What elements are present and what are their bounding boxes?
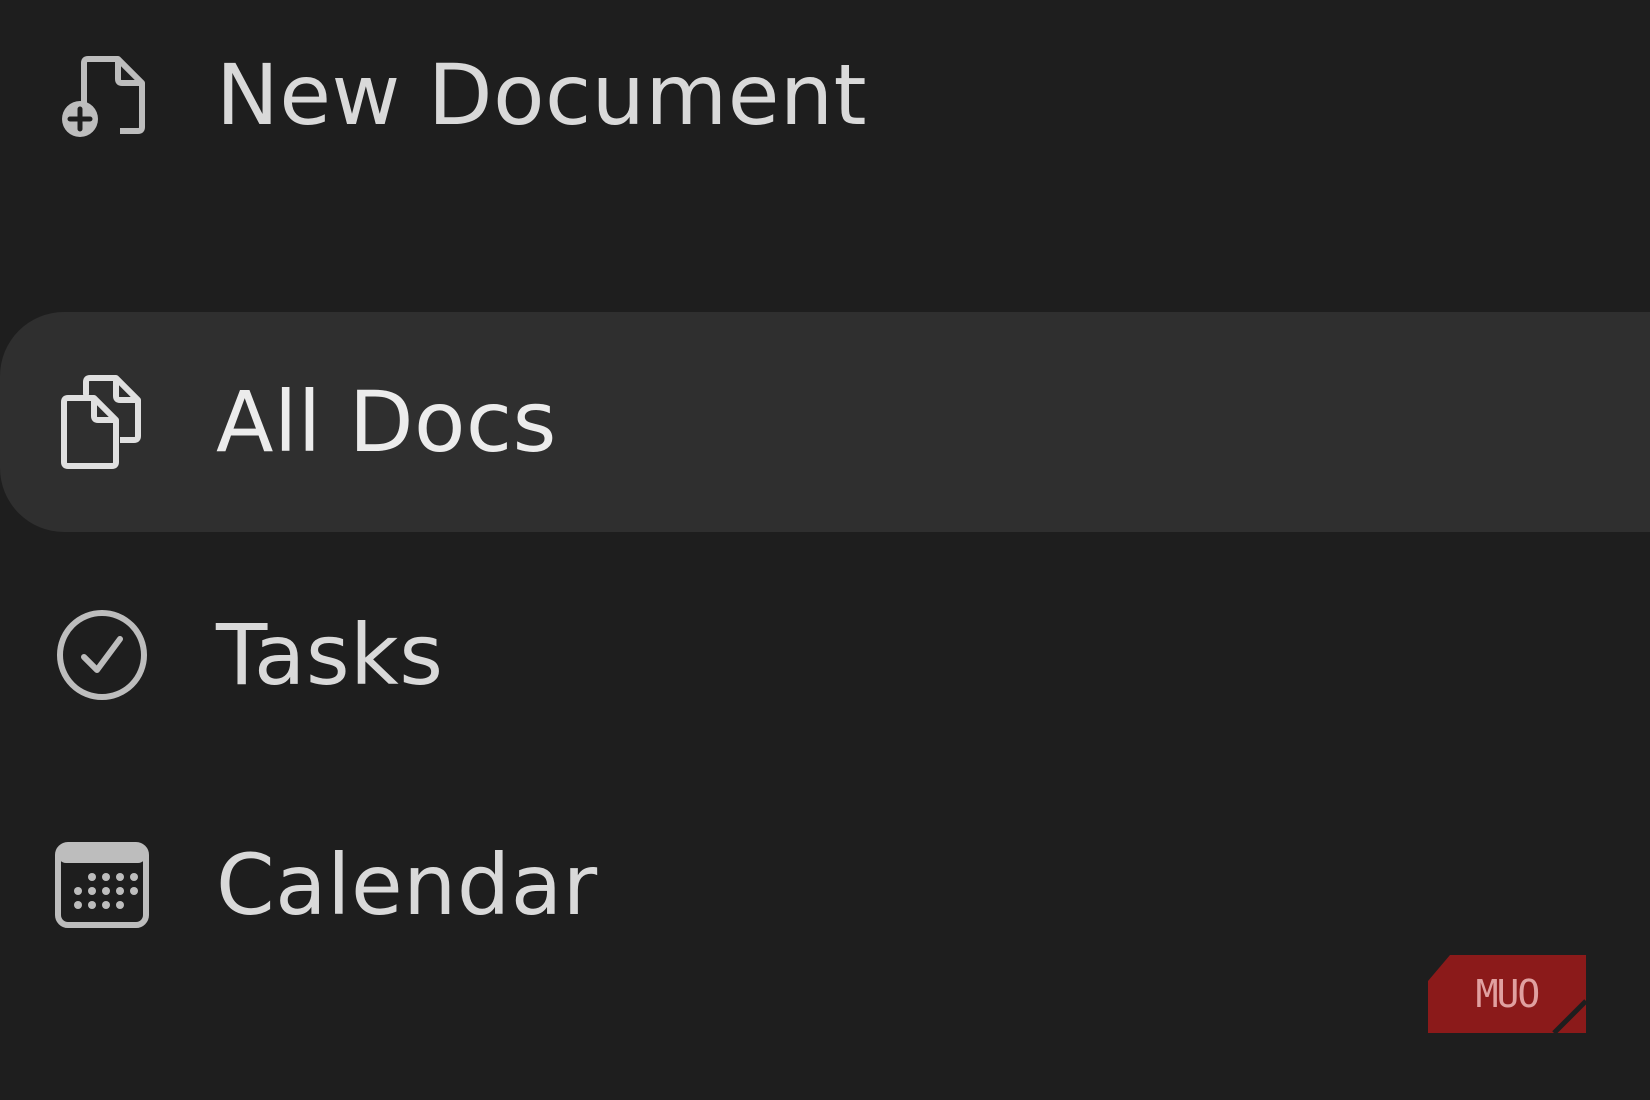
new-document-button[interactable]: New Document xyxy=(0,40,1650,150)
watermark-text: MUO xyxy=(1475,972,1541,1016)
new-document-label: New Document xyxy=(216,46,868,144)
check-circle-icon xyxy=(54,607,150,703)
all-docs-label: All Docs xyxy=(216,373,557,471)
muo-watermark-logo: MUO xyxy=(1428,955,1588,1035)
sidebar-item-calendar[interactable]: Calendar xyxy=(0,830,1650,940)
sidebar-item-all-docs[interactable]: All Docs xyxy=(0,312,1650,532)
sidebar-item-tasks[interactable]: Tasks xyxy=(0,600,1650,710)
calendar-label: Calendar xyxy=(216,836,598,934)
calendar-icon xyxy=(54,837,150,933)
new-document-icon xyxy=(54,47,150,143)
sidebar: New Document All Docs Tasks Calendar MUO xyxy=(0,0,1650,1100)
tasks-label: Tasks xyxy=(216,606,444,704)
all-docs-icon xyxy=(54,374,150,470)
